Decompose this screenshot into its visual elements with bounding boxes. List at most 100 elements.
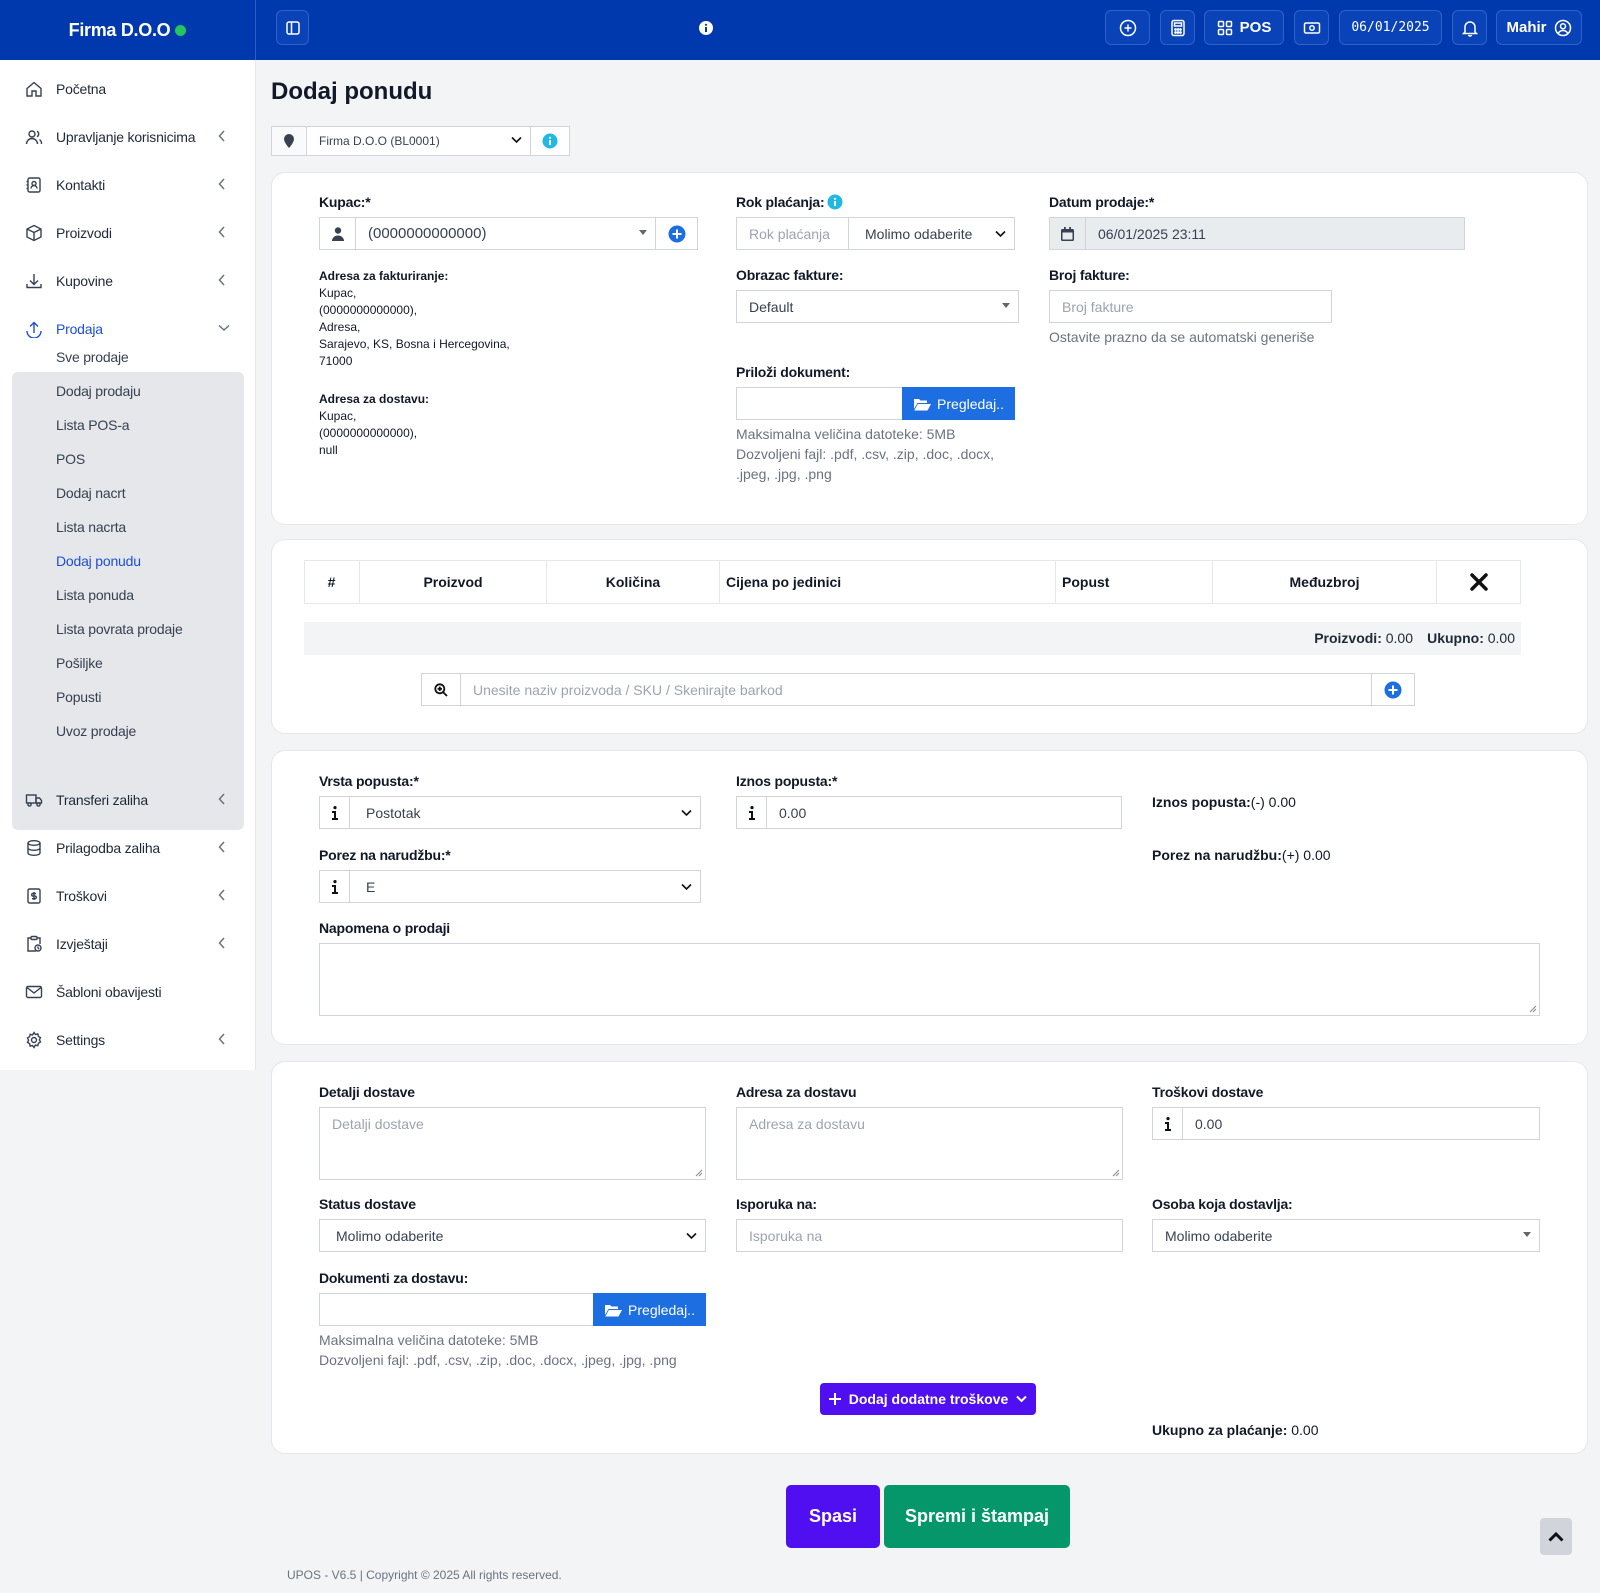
- customer-label: Kupac:*: [319, 194, 371, 210]
- brand[interactable]: Firma D.O.O: [0, 0, 256, 60]
- submenu-item[interactable]: Dodaj prodaju: [56, 383, 141, 399]
- shipping-documents-label: Dokumenti za dostavu:: [319, 1270, 469, 1286]
- cash-register-button[interactable]: [1294, 10, 1329, 45]
- shipping-address-textarea[interactable]: Adresa za dostavu: [736, 1107, 1123, 1180]
- resize-handle-icon[interactable]: [1112, 1169, 1120, 1177]
- save-button[interactable]: Spasi: [786, 1485, 880, 1548]
- shipping-charges-input[interactable]: 0.00: [1182, 1107, 1540, 1140]
- pay-term-type-select[interactable]: Molimo odaberite: [848, 217, 1015, 250]
- submenu-item[interactable]: Pošiljke: [56, 655, 103, 671]
- location-select[interactable]: Firma D.O.O (BL0001): [306, 126, 531, 156]
- attach-document-input[interactable]: [736, 387, 903, 420]
- add-additional-expenses-button[interactable]: Dodaj dodatne troškove: [820, 1383, 1036, 1415]
- chevron-left-icon: [218, 1033, 225, 1045]
- pay-term-input[interactable]: Rok plaćanja: [736, 217, 849, 250]
- submenu-item[interactable]: POS: [56, 451, 85, 467]
- add-product-button[interactable]: [1371, 673, 1415, 706]
- invoice-scheme-select[interactable]: Default: [736, 290, 1019, 323]
- sidebar-item-home[interactable]: Početna: [24, 74, 106, 104]
- pay-term-label: Rok plaćanja:: [736, 194, 825, 210]
- sidebar-item-purchases[interactable]: Kupovine: [24, 266, 234, 296]
- info-icon: [748, 805, 755, 820]
- sidebar-toggle-icon: [285, 20, 300, 35]
- sidebar-item-label: Prodaja: [56, 321, 103, 337]
- shipping-address-line: null: [319, 443, 338, 457]
- resize-handle-icon[interactable]: [695, 1169, 703, 1177]
- chevron-left-icon: [218, 889, 225, 901]
- submenu-item-active[interactable]: Dodaj ponudu: [56, 553, 141, 569]
- attach-help-types-cont: .jpeg, .jpg, .png: [736, 466, 832, 482]
- info-icon[interactable]: [698, 20, 714, 39]
- caret-down-icon: [1523, 1232, 1531, 1237]
- shipping-documents-input[interactable]: [319, 1293, 594, 1326]
- browse-document-button[interactable]: Pregledaj..: [902, 387, 1015, 420]
- users-icon: [24, 127, 44, 147]
- product-search-input[interactable]: Unesite naziv proizvoda / SKU / Skeniraj…: [460, 673, 1372, 706]
- info-icon: [331, 879, 338, 894]
- date-button[interactable]: 06/01/2025: [1339, 10, 1442, 45]
- submenu-item[interactable]: Lista nacrta: [56, 519, 126, 535]
- sidebar-item-settings[interactable]: Settings: [24, 1025, 234, 1055]
- sidebar-item-users[interactable]: Upravljanje korisnicima: [24, 122, 234, 152]
- plus-circle-icon: [1119, 19, 1136, 36]
- save-and-print-button[interactable]: Spremi i štampaj: [884, 1485, 1070, 1548]
- map-marker-icon: [284, 134, 294, 148]
- discount-type-select[interactable]: Postotak: [349, 796, 701, 829]
- submenu-item[interactable]: Uvoz prodaje: [56, 723, 136, 739]
- location-info-button[interactable]: [530, 126, 570, 156]
- calculator-button[interactable]: [1160, 10, 1195, 45]
- customer-select[interactable]: (0000000000000): [355, 217, 656, 250]
- sale-date-input[interactable]: 06/01/2025 23:11: [1085, 217, 1465, 250]
- add-customer-button[interactable]: [655, 217, 698, 250]
- mail-icon: [24, 982, 44, 1002]
- order-tax-select[interactable]: E: [349, 870, 701, 903]
- online-status-dot: [175, 24, 187, 36]
- total-label: Ukupno:: [1427, 630, 1484, 646]
- scroll-to-top-button[interactable]: [1540, 1518, 1572, 1555]
- notifications-button[interactable]: [1452, 10, 1487, 45]
- sidebar-item-reports[interactable]: Izvještaji: [24, 929, 234, 959]
- add-button[interactable]: [1105, 10, 1150, 45]
- sidebar-item-label: Settings: [56, 1032, 105, 1048]
- submenu-item[interactable]: Lista ponuda: [56, 587, 134, 603]
- resize-handle-icon[interactable]: [1529, 1005, 1537, 1013]
- submenu-item[interactable]: Sve prodaje: [56, 349, 129, 365]
- shipping-status-select[interactable]: Molimo odaberite: [319, 1219, 706, 1252]
- sidebar-item-contacts[interactable]: Kontakti: [24, 170, 234, 200]
- pos-button[interactable]: POS: [1204, 10, 1284, 45]
- sidebar-item-products[interactable]: Proizvodi: [24, 218, 234, 248]
- discount-type-value: Postotak: [366, 804, 421, 821]
- column-header: Popust: [1055, 560, 1212, 604]
- remove-all-column[interactable]: [1436, 560, 1521, 604]
- sidebar-item-stock-transfers[interactable]: Transferi zaliha: [24, 785, 234, 815]
- attach-help-types: Dozvoljeni fajl: .pdf, .csv, .zip, .doc,…: [736, 446, 995, 462]
- total-value: 0.00: [1487, 630, 1515, 646]
- discount-amount-input[interactable]: 0.00: [766, 796, 1122, 829]
- submenu-item[interactable]: Popusti: [56, 689, 101, 705]
- upload-icon: [24, 319, 44, 339]
- grid-icon: [1217, 20, 1232, 35]
- delivered-to-input[interactable]: Isporuka na: [736, 1219, 1123, 1252]
- sidebar-toggle-button[interactable]: [276, 10, 309, 45]
- submenu-item[interactable]: Dodaj nacrt: [56, 485, 126, 501]
- shipping-details-textarea[interactable]: Detalji dostave: [319, 1107, 706, 1180]
- shipping-docs-help-types: Dozvoljeni fajl: .pdf, .csv, .zip, .doc,…: [319, 1352, 677, 1368]
- sidebar-item-expenses[interactable]: Troškovi: [24, 881, 234, 911]
- brand-name: Firma D.O.O: [68, 19, 171, 40]
- submenu-item[interactable]: Lista povrata prodaje: [56, 621, 183, 637]
- search-plus-icon: [434, 682, 448, 697]
- user-menu-button[interactable]: Mahir: [1496, 10, 1582, 45]
- invoice-number-input[interactable]: Broj fakture: [1049, 290, 1332, 323]
- billing-address-line: Kupac,: [319, 286, 357, 300]
- sidebar-item-sales[interactable]: Prodaja: [24, 314, 234, 344]
- shipping-address-title: Adresa za dostavu:: [319, 392, 430, 406]
- delivery-person-select[interactable]: Molimo odaberite: [1152, 1219, 1540, 1252]
- sidebar-item-notification-templates[interactable]: Šabloni obavijesti: [24, 977, 234, 1007]
- sale-note-textarea[interactable]: [319, 943, 1540, 1016]
- close-icon: [1470, 573, 1488, 591]
- submenu-item[interactable]: Lista POS-a: [56, 417, 129, 433]
- truck-icon: [24, 790, 44, 810]
- browse-shipping-documents-button[interactable]: Pregledaj..: [593, 1293, 706, 1326]
- info-circle-icon[interactable]: [827, 194, 843, 210]
- sidebar-item-stock-adjustment[interactable]: Prilagodba zaliha: [24, 833, 234, 863]
